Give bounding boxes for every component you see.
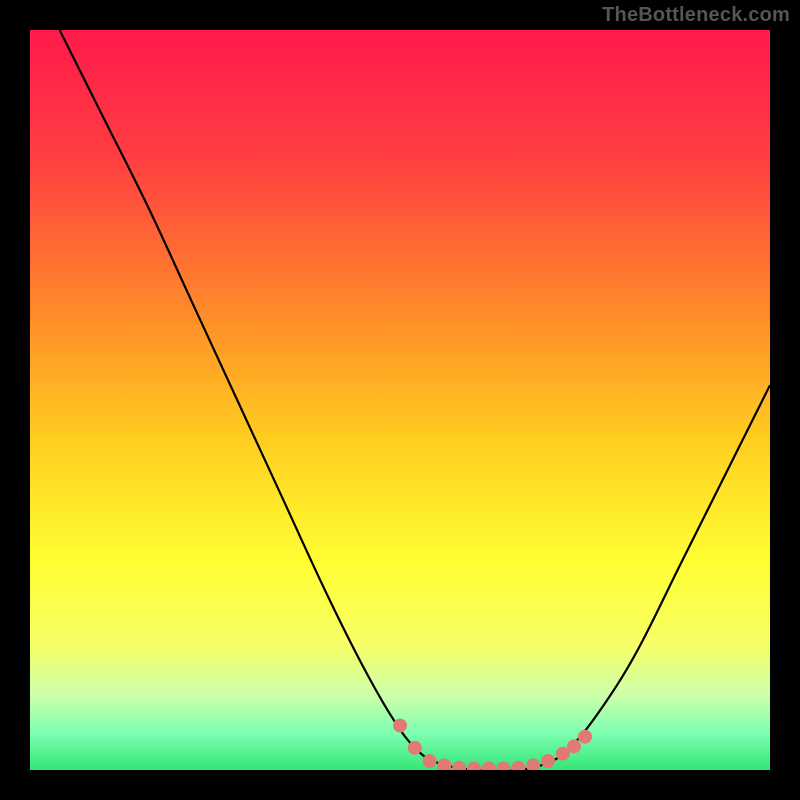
- curve-layer: [30, 30, 770, 770]
- datapoint-marker: [437, 759, 451, 770]
- datapoint-marker: [497, 762, 511, 770]
- watermark-text: TheBottleneck.com: [602, 4, 790, 27]
- datapoint-marker: [511, 761, 525, 770]
- datapoint-marker: [541, 754, 555, 768]
- datapoint-marker: [578, 730, 592, 744]
- datapoint-marker: [393, 719, 407, 733]
- chart-frame: TheBottleneck.com: [0, 0, 800, 800]
- datapoint-marker: [482, 762, 496, 770]
- datapoint-marker: [467, 762, 481, 770]
- datapoint-marker: [452, 761, 466, 770]
- datapoint-marker: [526, 759, 540, 770]
- datapoint-marker: [408, 741, 422, 755]
- bottleneck-curve: [60, 30, 770, 770]
- plot-area: [30, 30, 770, 770]
- datapoint-marker: [567, 739, 581, 753]
- datapoint-marker: [423, 754, 437, 768]
- datapoint-markers: [393, 719, 592, 770]
